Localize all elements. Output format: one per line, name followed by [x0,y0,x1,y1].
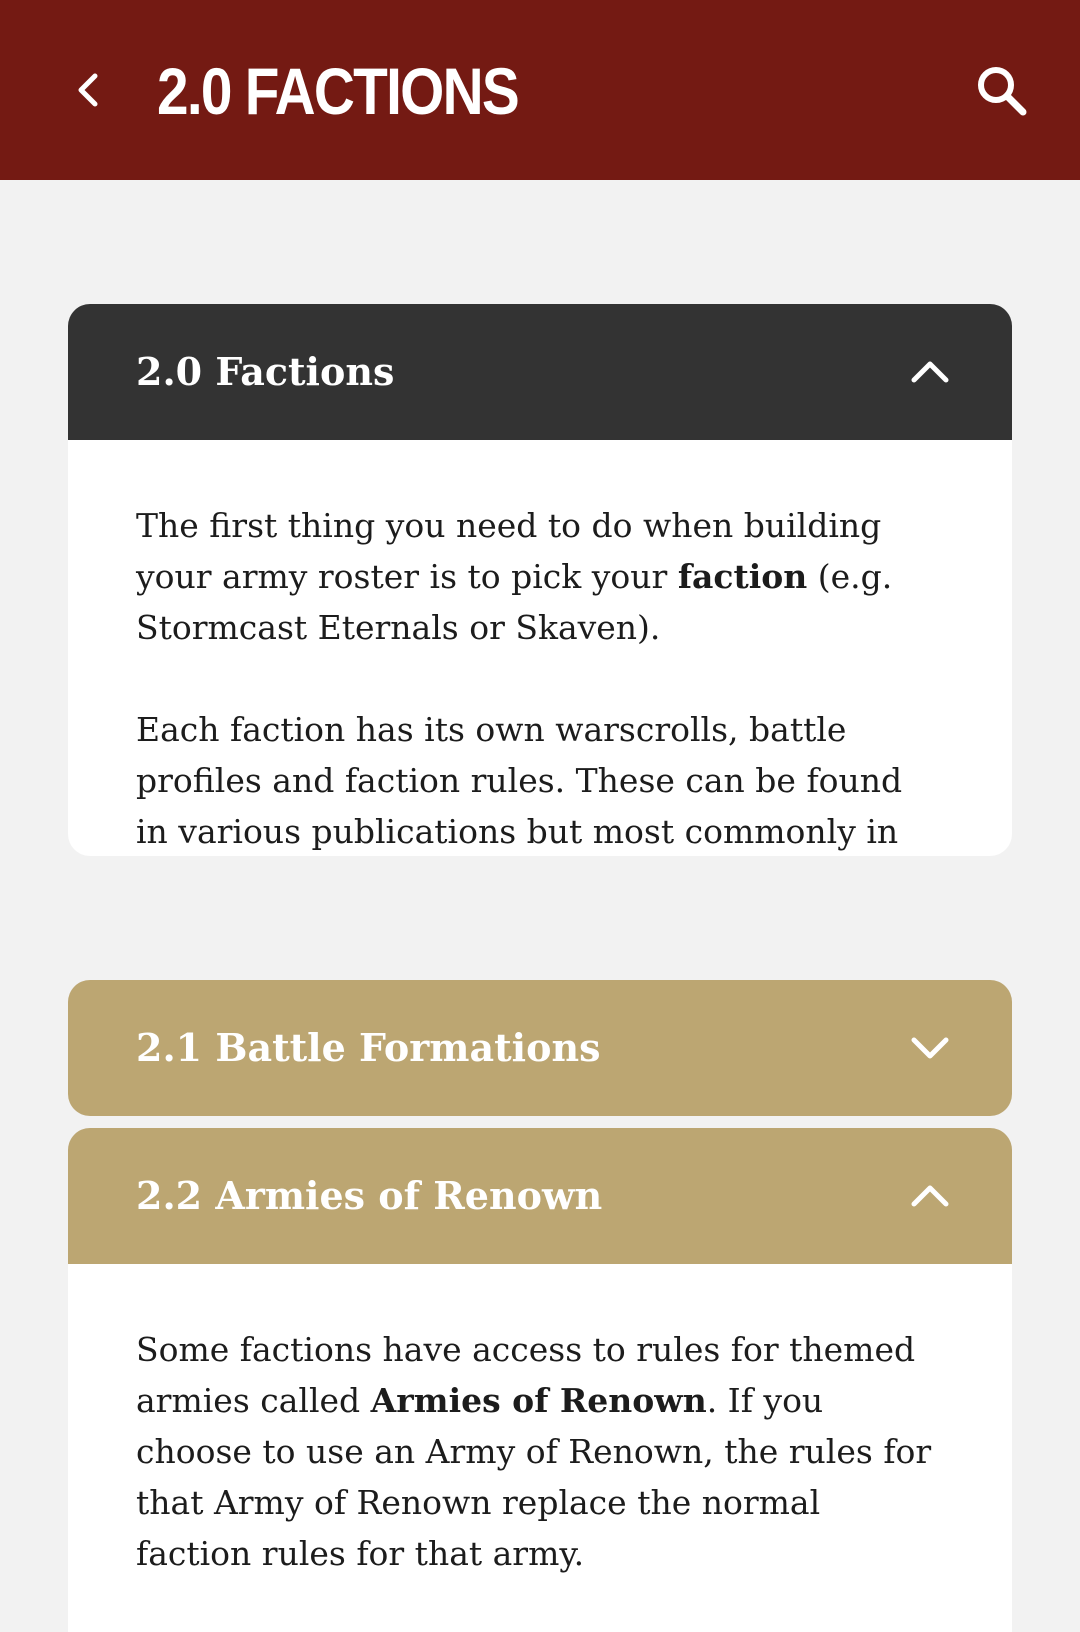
section-factions: 2.0 Factions The first thing you need to… [68,304,1012,856]
paragraph: The first thing you need to do when buil… [136,500,944,653]
chevron-up-icon[interactable] [906,348,954,396]
text-span: Each faction has its own warscrolls, bat… [136,710,903,851]
section-factions-title: 2.0 Factions [136,349,395,394]
paragraph: Some factions have access to rules for t… [136,1324,944,1579]
section-armies-of-renown: 2.2 Armies of Renown Some factions have … [68,1128,1012,1632]
section-armies-of-renown-header[interactable]: 2.2 Armies of Renown [68,1128,1012,1264]
section-battle-formations-title: 2.1 Battle Formations [136,1025,601,1070]
back-button[interactable] [58,58,122,122]
section-armies-of-renown-body: Some factions have access to rules for t… [68,1264,1012,1632]
top-app-bar: 2.0 FACTIONS [0,0,1080,180]
search-button[interactable] [966,55,1038,127]
bold-term-faction: faction [677,557,808,596]
section-factions-header[interactable]: 2.0 Factions [68,304,1012,440]
chevron-up-icon[interactable] [906,1172,954,1220]
section-armies-of-renown-title: 2.2 Armies of Renown [136,1173,603,1218]
chevron-down-icon[interactable] [906,1024,954,1072]
section-battle-formations-header[interactable]: 2.1 Battle Formations [68,980,1012,1116]
search-icon [978,67,1027,116]
chevron-left-icon [78,73,98,107]
bold-term-armies-of-renown: Armies of Renown [370,1381,707,1420]
paragraph: Each faction has its own warscrolls, bat… [136,704,944,856]
page-title: 2.0 FACTIONS [157,54,520,128]
section-battle-formations: 2.1 Battle Formations [68,980,1012,1116]
section-factions-body: The first thing you need to do when buil… [68,440,1012,856]
